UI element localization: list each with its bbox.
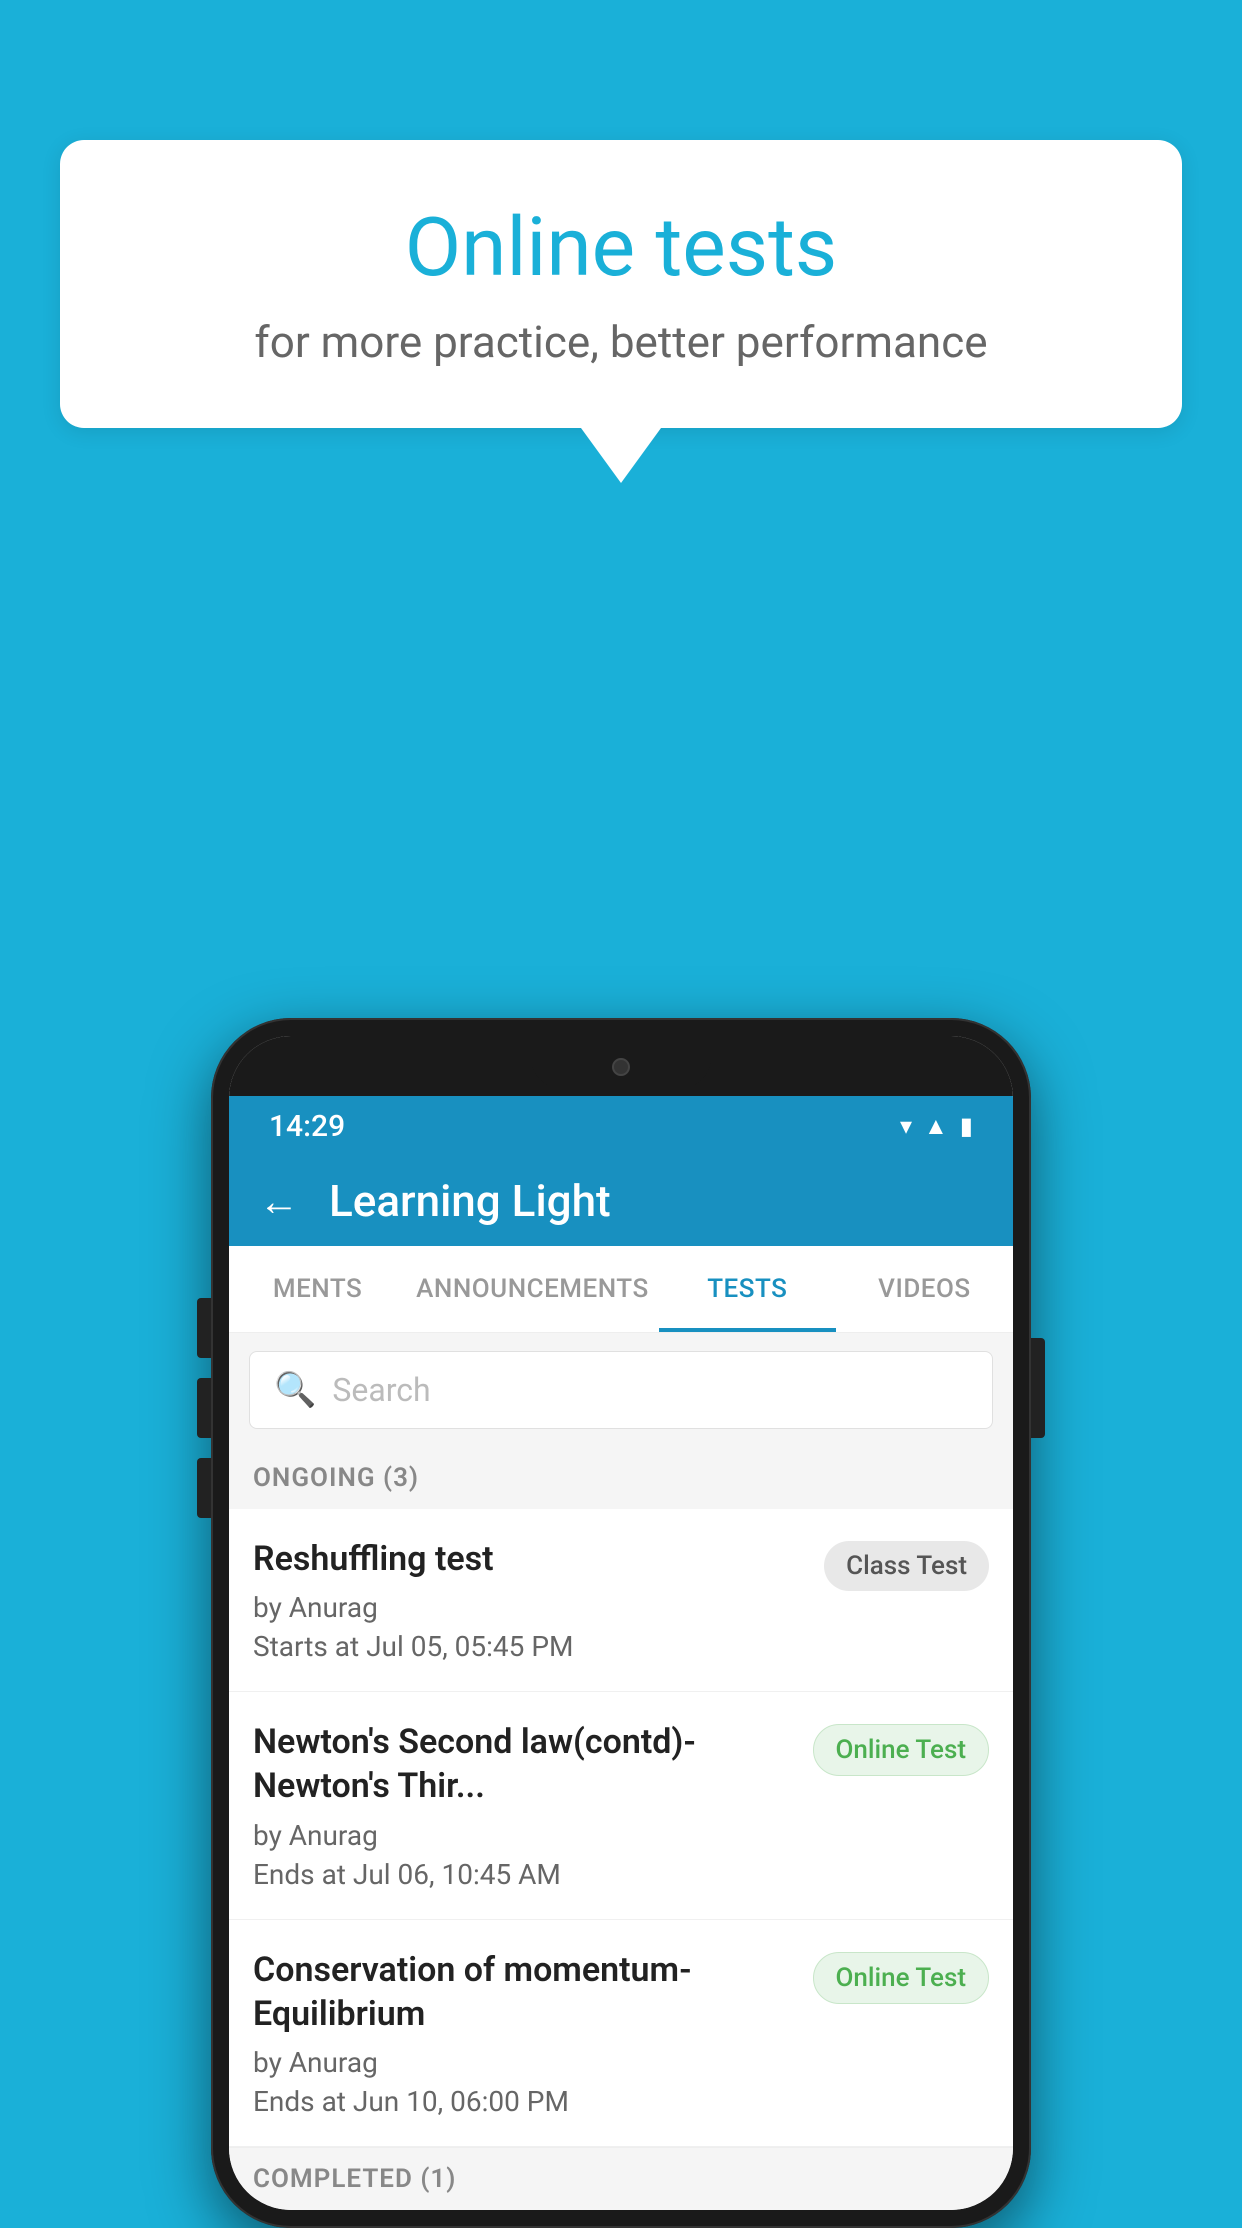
tab-tests[interactable]: TESTS — [659, 1246, 836, 1332]
test-list: Reshuffling test by Anurag Starts at Jul… — [229, 1509, 1013, 2147]
app-title: Learning Light — [329, 1175, 611, 1227]
phone-screen: 14:29 ▾ ▲ ▮ ← Learning Light MENTS ANNOU… — [229, 1036, 1013, 2210]
phone-notch — [229, 1036, 1013, 1096]
badge-online-newton: Online Test — [813, 1724, 990, 1776]
speech-bubble-subtitle: for more practice, better performance — [140, 316, 1102, 368]
completed-section-header: COMPLETED (1) — [229, 2147, 1013, 2210]
status-time: 14:29 — [269, 1109, 345, 1144]
tab-videos[interactable]: VIDEOS — [836, 1246, 1013, 1332]
test-info-conservation: Conservation of momentum-Equilibrium by … — [253, 1948, 793, 2118]
test-time-reshuffling: Starts at Jul 05, 05:45 PM — [253, 1630, 804, 1663]
test-item-conservation[interactable]: Conservation of momentum-Equilibrium by … — [229, 1920, 1013, 2147]
wifi-icon: ▾ — [900, 1112, 912, 1140]
status-bar: 14:29 ▾ ▲ ▮ — [229, 1096, 1013, 1156]
app-header: ← Learning Light — [229, 1156, 1013, 1246]
signal-icon: ▲ — [924, 1112, 948, 1141]
phone-wrapper: 14:29 ▾ ▲ ▮ ← Learning Light MENTS ANNOU… — [211, 1018, 1031, 2228]
test-time-conservation: Ends at Jun 10, 06:00 PM — [253, 2085, 793, 2118]
test-author-reshuffling: by Anurag — [253, 1591, 804, 1624]
search-placeholder: Search — [332, 1371, 430, 1409]
test-name-reshuffling: Reshuffling test — [253, 1537, 804, 1581]
test-time-newton: Ends at Jul 06, 10:45 AM — [253, 1858, 793, 1891]
test-info-newton: Newton's Second law(contd)-Newton's Thir… — [253, 1720, 793, 1890]
speech-bubble-title: Online tests — [140, 200, 1102, 296]
back-button[interactable]: ← — [259, 1178, 299, 1225]
search-container: 🔍 Search — [229, 1333, 1013, 1447]
badge-online-conservation: Online Test — [813, 1952, 990, 2004]
status-icons: ▾ ▲ ▮ — [900, 1112, 973, 1141]
notch-cutout — [531, 1046, 711, 1088]
test-item-newton[interactable]: Newton's Second law(contd)-Newton's Thir… — [229, 1692, 1013, 1919]
tab-ments[interactable]: MENTS — [229, 1246, 406, 1332]
test-name-conservation: Conservation of momentum-Equilibrium — [253, 1948, 793, 2036]
tab-announcements[interactable]: ANNOUNCEMENTS — [406, 1246, 659, 1332]
test-author-newton: by Anurag — [253, 1819, 793, 1852]
tabs-container: MENTS ANNOUNCEMENTS TESTS VIDEOS — [229, 1246, 1013, 1333]
test-item-reshuffling[interactable]: Reshuffling test by Anurag Starts at Jul… — [229, 1509, 1013, 1692]
ongoing-label: ONGOING (3) — [253, 1463, 419, 1493]
test-info-reshuffling: Reshuffling test by Anurag Starts at Jul… — [253, 1537, 804, 1663]
phone-outer: 14:29 ▾ ▲ ▮ ← Learning Light MENTS ANNOU… — [211, 1018, 1031, 2228]
camera-dot — [612, 1058, 630, 1076]
test-name-newton: Newton's Second law(contd)-Newton's Thir… — [253, 1720, 793, 1808]
ongoing-section-header: ONGOING (3) — [229, 1447, 1013, 1509]
speech-bubble: Online tests for more practice, better p… — [60, 140, 1182, 428]
test-author-conservation: by Anurag — [253, 2046, 793, 2079]
speech-bubble-arrow — [581, 428, 661, 483]
search-icon: 🔍 — [274, 1370, 316, 1410]
search-input-wrapper[interactable]: 🔍 Search — [249, 1351, 993, 1429]
badge-class-test: Class Test — [824, 1541, 989, 1591]
speech-bubble-container: Online tests for more practice, better p… — [60, 140, 1182, 483]
completed-label: COMPLETED (1) — [253, 2164, 456, 2194]
battery-icon: ▮ — [960, 1112, 973, 1140]
